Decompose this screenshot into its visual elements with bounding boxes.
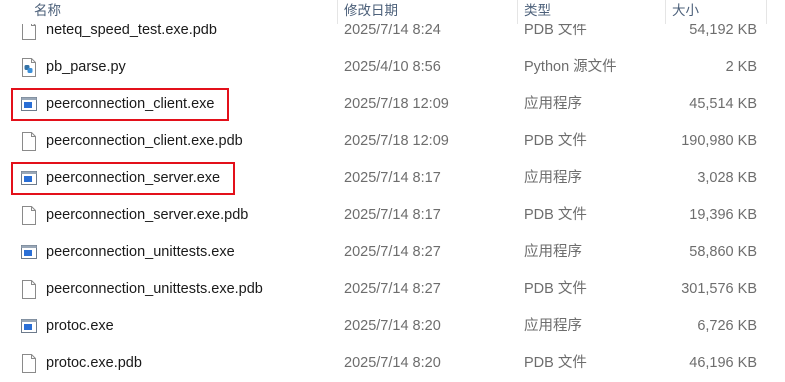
file-size: 3,028 KB [697, 170, 757, 186]
file-type: PDB 文件 [524, 207, 587, 223]
file-size: 45,514 KB [689, 96, 757, 112]
file-name: peerconnection_unittests.exe [46, 244, 235, 260]
file-icon [21, 354, 37, 373]
column-divider[interactable] [766, 0, 767, 24]
file-row[interactable]: protoc.exe 2025/7/14 8:20 应用程序 6,726 KB [0, 308, 785, 345]
python-file-icon [21, 58, 37, 77]
column-date-header[interactable]: 修改日期 [338, 0, 518, 24]
file-type: PDB 文件 [524, 281, 587, 297]
file-icon [21, 132, 37, 151]
file-date: 2025/7/14 8:27 [344, 281, 441, 297]
column-type-header[interactable]: 类型 [518, 0, 666, 24]
file-date: 2025/7/14 8:17 [344, 170, 441, 186]
file-size: 190,980 KB [681, 133, 757, 149]
file-date: 2025/7/14 8:27 [344, 244, 441, 260]
file-row[interactable]: peerconnection_unittests.exe.pdb 2025/7/1… [0, 271, 785, 308]
file-type: 应用程序 [524, 96, 582, 112]
column-size-label: 大小 [672, 3, 699, 18]
file-date: 2025/7/14 8:20 [344, 355, 441, 371]
column-name-label: 名称 [34, 3, 61, 18]
file-date: 2025/7/14 8:20 [344, 318, 441, 334]
file-date: 2025/7/14 8:17 [344, 207, 441, 223]
column-header: 名称 修改日期 类型 大小 [0, 0, 785, 24]
column-name-header[interactable]: 名称 [28, 0, 338, 24]
file-row[interactable]: peerconnection_server.exe.pdb 2025/7/14 8… [0, 197, 785, 234]
file-type: 应用程序 [524, 318, 582, 334]
file-row[interactable]: peerconnection_client.exe.pdb 2025/7/18 1… [0, 123, 785, 160]
file-row[interactable]: protoc.exe.pdb 2025/7/14 8:20 PDB 文件 46,196… [0, 345, 785, 382]
file-name: peerconnection_server.exe.pdb [46, 207, 249, 223]
file-type: PDB 文件 [524, 133, 587, 149]
file-icon [21, 280, 37, 299]
column-type-label: 类型 [524, 3, 551, 18]
column-size-header[interactable]: 大小 [666, 0, 766, 24]
file-date: 2025/7/18 12:09 [344, 96, 449, 112]
file-type: Python 源文件 [524, 59, 617, 75]
file-name: pb_parse.py [46, 59, 126, 75]
column-date-label: 修改日期 [344, 3, 398, 18]
file-type: 应用程序 [524, 244, 582, 260]
exe-icon [21, 243, 37, 262]
file-size: 6,726 KB [697, 318, 757, 334]
file-type: 应用程序 [524, 170, 582, 186]
file-size: 301,576 KB [681, 281, 757, 297]
file-name: protoc.exe [46, 318, 114, 334]
exe-icon [21, 317, 37, 336]
file-row[interactable]: pb_parse.py 2025/4/10 8:56 Python 源文件 2 KB [0, 49, 785, 86]
file-name: peerconnection_unittests.exe.pdb [46, 281, 263, 297]
file-name: peerconnection_client.exe.pdb [46, 133, 243, 149]
file-size: 2 KB [725, 59, 757, 75]
highlight-box [11, 88, 229, 121]
file-row[interactable]: peerconnection_unittests.exe 2025/7/14 8:… [0, 234, 785, 271]
file-name: protoc.exe.pdb [46, 355, 142, 371]
file-icon [21, 206, 37, 225]
highlight-box [11, 162, 235, 195]
file-size: 46,196 KB [689, 355, 757, 371]
file-size: 19,396 KB [689, 207, 757, 223]
file-date: 2025/4/10 8:56 [344, 59, 441, 75]
file-size: 58,860 KB [689, 244, 757, 260]
file-type: PDB 文件 [524, 355, 587, 371]
file-date: 2025/7/18 12:09 [344, 133, 449, 149]
